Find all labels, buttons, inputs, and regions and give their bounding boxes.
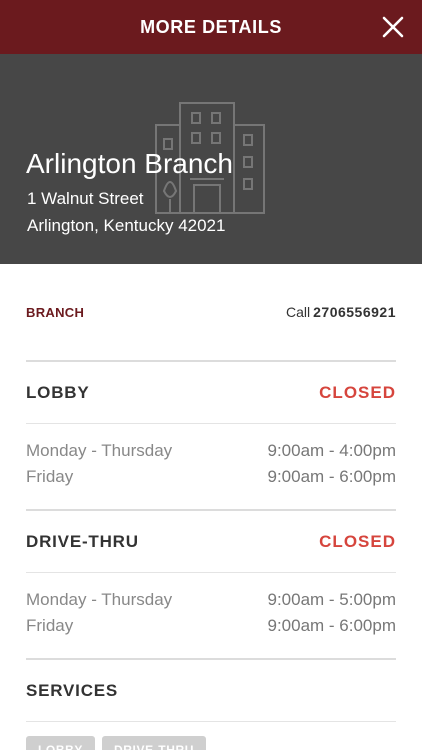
drive-thru-title: DRIVE-THRU <box>26 531 139 551</box>
lobby-title: LOBBY <box>26 382 90 402</box>
lobby-hours: Monday - Thursday 9:00am - 4:00pm Friday… <box>26 424 396 511</box>
page-title: MORE DETAILS <box>140 16 282 37</box>
close-button[interactable] <box>378 12 408 42</box>
drive-thru-status-badge: CLOSED <box>319 531 396 551</box>
hours-time: 9:00am - 4:00pm <box>267 441 396 460</box>
branch-row: BRANCH Call 2706556921 <box>26 264 396 362</box>
drive-thru-header: DRIVE-THRU CLOSED <box>26 511 396 573</box>
lobby-status-badge: CLOSED <box>319 382 396 402</box>
service-chip-drive-thru: DRIVE-THRU <box>102 736 206 750</box>
hours-days: Monday - Thursday <box>26 441 173 460</box>
top-bar: MORE DETAILS <box>0 0 422 54</box>
hours-row: Monday - Thursday 9:00am - 5:00pm <box>26 587 396 613</box>
branch-hero: Arlington Branch 1 Walnut Street Arlingt… <box>0 54 422 264</box>
hours-time: 9:00am - 5:00pm <box>267 590 396 609</box>
call-link[interactable]: Call 2706556921 <box>286 304 396 320</box>
hours-days: Monday - Thursday <box>26 590 173 609</box>
hours-row: Friday 9:00am - 6:00pm <box>26 464 396 490</box>
branch-name: Arlington Branch <box>26 148 234 179</box>
phone-number[interactable]: 2706556921 <box>313 304 396 320</box>
lobby-header: LOBBY CLOSED <box>26 362 396 424</box>
hours-time: 9:00am - 6:00pm <box>267 616 396 635</box>
service-chip-lobby: LOBBY <box>26 736 95 750</box>
hours-row: Friday 9:00am - 6:00pm <box>26 613 396 639</box>
hours-time: 9:00am - 6:00pm <box>267 467 396 486</box>
call-label: Call <box>286 304 311 320</box>
services-title: SERVICES <box>26 680 119 700</box>
drive-thru-hours: Monday - Thursday 9:00am - 5:00pm Friday… <box>26 573 396 660</box>
hours-row: Monday - Thursday 9:00am - 4:00pm <box>26 438 396 464</box>
services-header: SERVICES <box>26 660 396 722</box>
address-line-2[interactable]: Arlington, Kentucky 42021 <box>27 216 225 236</box>
address-line-1[interactable]: 1 Walnut Street <box>27 189 144 209</box>
branch-type-label: BRANCH <box>26 304 85 320</box>
service-chips: LOBBY DRIVE-THRU <box>26 722 396 750</box>
details-content: BRANCH Call 2706556921 LOBBY CLOSED Monda… <box>26 264 396 750</box>
hours-days: Friday <box>26 616 74 635</box>
close-icon <box>382 16 404 38</box>
hours-days: Friday <box>26 467 74 486</box>
